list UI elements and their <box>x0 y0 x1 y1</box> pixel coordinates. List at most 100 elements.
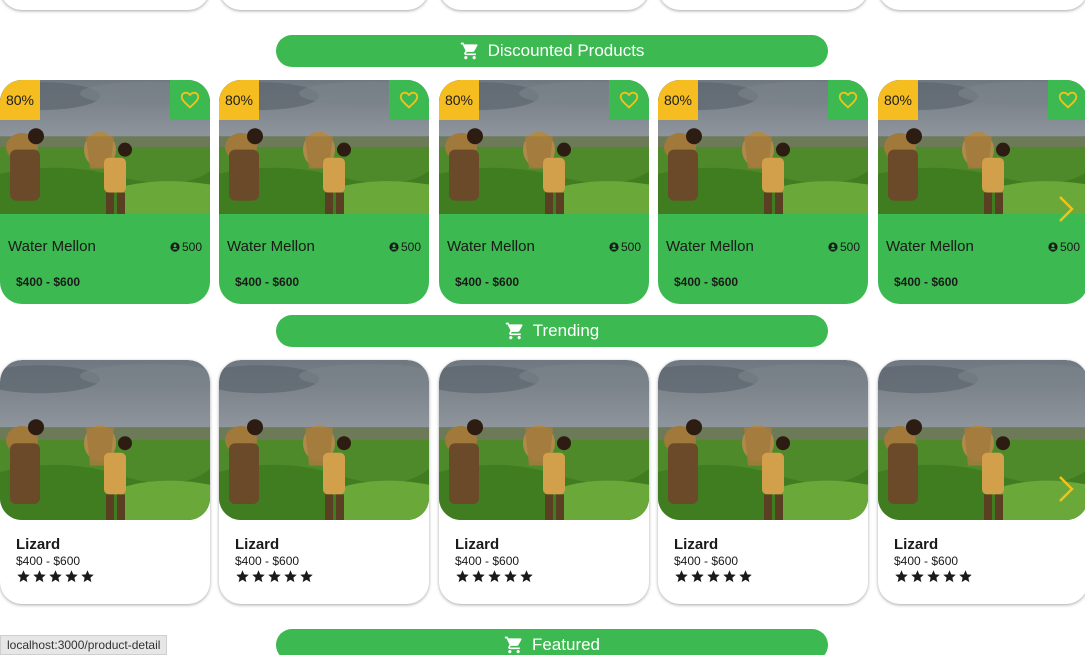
person-icon <box>1048 242 1058 252</box>
product-count: 500 <box>828 240 860 254</box>
heart-outline-icon <box>838 91 858 109</box>
top-product-card[interactable] <box>219 0 429 10</box>
product-price: $400 - $600 <box>674 554 739 568</box>
star-icon <box>17 570 30 583</box>
product-name: Lizard <box>455 536 500 553</box>
star-icon <box>81 570 94 583</box>
product-name: Water Mellon <box>666 238 754 255</box>
discount-badge: 80% <box>658 80 698 120</box>
person-icon <box>170 242 180 252</box>
discounted-product-card[interactable]: 80% Water Mellon 500 $400 - $600 <box>878 80 1085 304</box>
top-product-card[interactable] <box>439 0 649 10</box>
cart-icon <box>460 42 478 60</box>
favorite-button[interactable] <box>828 80 868 120</box>
rating-stars <box>16 569 95 584</box>
section-title: Discounted Products <box>487 41 645 60</box>
top-product-card[interactable] <box>658 0 868 10</box>
product-photo <box>878 360 1085 520</box>
product-count: 500 <box>389 240 421 254</box>
product-price: $400 - $600 <box>455 275 520 289</box>
product-count-value: 500 <box>620 240 641 254</box>
top-product-card[interactable] <box>878 0 1085 10</box>
discount-badge: 80% <box>219 80 259 120</box>
product-image <box>439 360 649 520</box>
cart-icon <box>504 636 522 654</box>
product-count: 500 <box>609 240 641 254</box>
status-bar-url: localhost:3000/product-detail <box>0 635 168 655</box>
discounted-product-card[interactable]: 80% Water Mellon 500 $400 - $600 <box>439 80 649 304</box>
discount-badge: 80% <box>439 80 479 120</box>
product-price: $400 - $600 <box>16 275 81 289</box>
star-icon <box>707 570 720 583</box>
product-count: 500 <box>170 240 202 254</box>
product-name: Lizard <box>674 536 719 553</box>
product-name: Water Mellon <box>886 238 974 255</box>
section-banner-discounted: Discounted Products <box>276 35 828 67</box>
discounted-product-card[interactable]: 80% Water Mellon 500 $400 - $600 <box>219 80 429 304</box>
carousel-next-button[interactable] <box>1055 474 1077 504</box>
discount-badge: 80% <box>878 80 918 120</box>
product-name: Water Mellon <box>447 238 535 255</box>
trending-product-card[interactable]: Lizard $400 - $600 <box>439 360 649 604</box>
carousel-next-button[interactable] <box>1055 194 1077 224</box>
product-photo <box>439 360 649 520</box>
star-icon <box>488 570 501 583</box>
star-icon <box>911 570 924 583</box>
product-photo <box>0 360 210 520</box>
top-product-card[interactable] <box>0 0 210 10</box>
star-icon <box>33 570 46 583</box>
favorite-button[interactable] <box>170 80 210 120</box>
heart-outline-icon <box>1058 91 1078 109</box>
star-icon <box>520 570 533 583</box>
star-icon <box>65 570 78 583</box>
rating-stars <box>235 569 314 584</box>
product-price: $400 - $600 <box>455 554 520 568</box>
star-icon <box>691 570 704 583</box>
section-banner-featured: Featured <box>276 629 828 655</box>
trending-product-card[interactable]: Lizard $400 - $600 <box>0 360 210 604</box>
star-icon <box>943 570 956 583</box>
product-image <box>878 360 1085 520</box>
product-photo <box>658 360 868 520</box>
trending-product-card[interactable]: Lizard $400 - $600 <box>658 360 868 604</box>
section-title: Trending <box>532 321 600 340</box>
product-count: 500 <box>1048 240 1080 254</box>
chevron-right-icon <box>1059 196 1074 222</box>
product-count-value: 500 <box>839 240 860 254</box>
star-icon <box>927 570 940 583</box>
product-price: $400 - $600 <box>894 275 959 289</box>
favorite-button[interactable] <box>389 80 429 120</box>
person-icon <box>609 242 619 252</box>
discounted-product-card[interactable]: 80% Water Mellon 500 $400 - $600 <box>658 80 868 304</box>
chevron-right-icon <box>1059 476 1074 502</box>
star-icon <box>236 570 249 583</box>
rating-stars <box>455 569 534 584</box>
trending-product-card[interactable]: Lizard $400 - $600 <box>878 360 1085 604</box>
product-price: $400 - $600 <box>16 554 81 568</box>
star-icon <box>284 570 297 583</box>
discounted-product-card[interactable]: 80% Water Mellon 500 $400 - $600 <box>0 80 210 304</box>
star-icon <box>675 570 688 583</box>
product-photo <box>219 360 429 520</box>
discount-badge: 80% <box>0 80 40 120</box>
rating-stars <box>894 569 973 584</box>
section-title: Featured <box>531 635 601 654</box>
favorite-button[interactable] <box>609 80 649 120</box>
product-price: $400 - $600 <box>674 275 739 289</box>
product-name: Water Mellon <box>8 238 96 255</box>
star-icon <box>723 570 736 583</box>
heart-outline-icon <box>399 91 419 109</box>
product-count-value: 500 <box>181 240 202 254</box>
star-icon <box>959 570 972 583</box>
product-image <box>219 360 429 520</box>
favorite-button[interactable] <box>1048 80 1085 120</box>
star-icon <box>268 570 281 583</box>
product-price: $400 - $600 <box>235 275 300 289</box>
heart-outline-icon <box>180 91 200 109</box>
trending-product-card[interactable]: Lizard $400 - $600 <box>219 360 429 604</box>
product-name: Lizard <box>235 536 280 553</box>
star-icon <box>504 570 517 583</box>
star-icon <box>252 570 265 583</box>
star-icon <box>472 570 485 583</box>
product-count-value: 500 <box>400 240 421 254</box>
